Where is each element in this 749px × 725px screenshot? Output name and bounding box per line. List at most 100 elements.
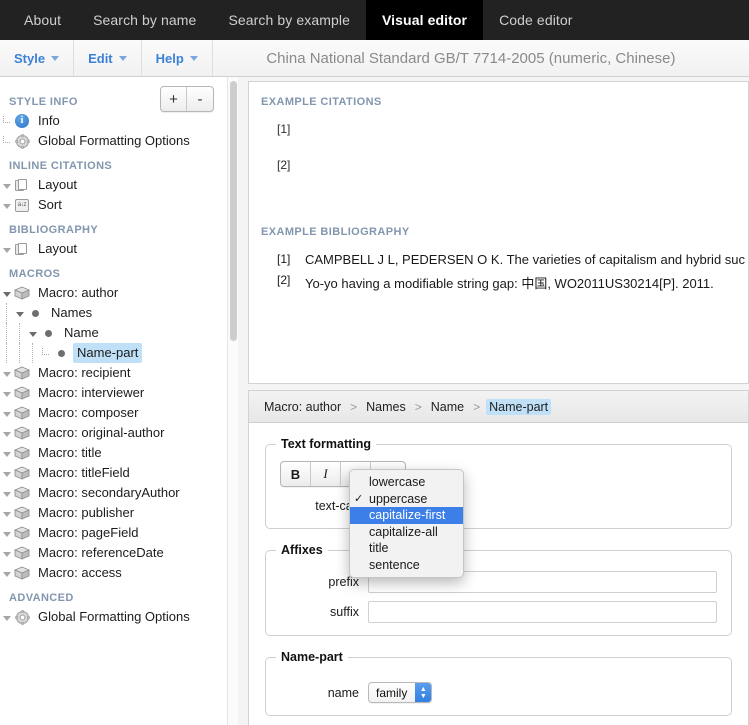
breadcrumb-item[interactable]: Name [428, 399, 467, 415]
dropdown-option-capitalize-all[interactable]: capitalize-all [350, 524, 463, 541]
sidebar-scrollbar[interactable] [227, 77, 238, 725]
chevron-down-icon [118, 55, 127, 61]
tree-item-name-part[interactable]: Name-part [0, 343, 238, 363]
tree-item-label: Global Formatting Options [38, 609, 190, 624]
tree-item-macro-pagefield[interactable]: Macro: pageField [0, 523, 238, 543]
tree-twisty-leaf-icon[interactable] [0, 138, 13, 145]
italic-button[interactable]: I [311, 462, 341, 486]
tree-item-global-formatting-options[interactable]: Global Formatting Options [0, 607, 238, 627]
tree-item-macro-interviewer[interactable]: Macro: interviewer [0, 383, 238, 403]
tree-item-macro-titlefield[interactable]: Macro: titleField [0, 463, 238, 483]
bibliography-entry: [2] Yo-yo having a modifiable string gap:… [261, 273, 748, 292]
tree-guide [13, 323, 26, 343]
tree-item-macro-title[interactable]: Macro: title [0, 443, 238, 463]
macro-box-icon [13, 485, 31, 501]
tree-twisty-closed-icon[interactable] [0, 411, 13, 416]
nav-tab-visual-editor[interactable]: Visual editor [366, 0, 484, 40]
tree-twisty-open-icon[interactable] [13, 311, 26, 316]
dropdown-option-sentence[interactable]: sentence [350, 557, 463, 574]
tree-twisty-closed-icon[interactable] [0, 551, 13, 556]
tree-twisty-closed-icon[interactable] [0, 531, 13, 536]
tree-item-layout[interactable]: Layout [0, 239, 238, 259]
tree-item-layout[interactable]: Layout [0, 175, 238, 195]
prefix-row: prefix [276, 571, 721, 593]
text-case-dropdown-menu[interactable]: lowercase ✓ uppercase capitalize-first capit… [349, 469, 464, 578]
tree-item-macro-original-author[interactable]: Macro: original-author [0, 423, 238, 443]
tree-guide [0, 303, 13, 323]
check-icon: ✓ [354, 493, 364, 506]
example-citation: [1] [277, 122, 291, 136]
dropdown-option-lowercase[interactable]: lowercase [350, 474, 463, 491]
tree-twisty-closed-icon[interactable] [0, 451, 13, 456]
dropdown-option-capitalize-first[interactable]: capitalize-first [350, 507, 463, 524]
tree-group-label-bibliography: BIBLIOGRAPHY [9, 224, 99, 236]
tree-twisty-closed-icon[interactable] [0, 371, 13, 376]
nav-tab-search-by-example[interactable]: Search by example [212, 0, 366, 40]
tree-item-macro-access[interactable]: Macro: access [0, 563, 238, 583]
tree-twisty-closed-icon[interactable] [0, 511, 13, 516]
tree-twisty-closed-icon[interactable] [0, 203, 13, 208]
tree-twisty-closed-icon[interactable] [0, 183, 13, 188]
tree-item-label: Macro: secondaryAuthor [38, 485, 180, 500]
tree-item-macro-composer[interactable]: Macro: composer [0, 403, 238, 423]
tree-twisty-closed-icon[interactable] [0, 615, 13, 620]
tree-group-label-advanced: ADVANCED [9, 592, 74, 604]
example-bibliography-list: [1] CAMPBELL J L, PEDERSEN O K. The varie… [261, 252, 748, 292]
dropdown-option-title[interactable]: title [350, 540, 463, 557]
macro-box-icon [13, 465, 31, 481]
bibliography-number: [1] [277, 252, 291, 266]
tree-item-info[interactable]: i Info [0, 111, 238, 131]
tree-twisty-open-icon[interactable] [26, 331, 39, 336]
menu-label: Help [155, 50, 184, 66]
tree-twisty-closed-icon[interactable] [0, 471, 13, 476]
tree-twisty-closed-icon[interactable] [0, 491, 13, 496]
affixes-group: Affixes prefix suffix [265, 543, 732, 636]
menu-edit[interactable]: Edit [74, 40, 142, 76]
menu-help[interactable]: Help [142, 40, 213, 76]
pages-icon [13, 177, 31, 193]
tree-item-sort[interactable]: a↓z Sort [0, 195, 238, 215]
tree-item-macro-referencedate[interactable]: Macro: referenceDate [0, 543, 238, 563]
breadcrumb-separator: > [350, 399, 358, 414]
node-editor-panel: Macro: author > Names > Name > Name-part Text … [248, 390, 749, 725]
bibliography-number: [2] [277, 273, 291, 287]
tree-twisty-closed-icon[interactable] [0, 247, 13, 252]
tree-item-macro-recipient[interactable]: Macro: recipient [0, 363, 238, 383]
tree-twisty-leaf-icon[interactable] [0, 118, 13, 125]
breadcrumb-item[interactable]: Name-part [486, 398, 552, 415]
bold-button[interactable]: B [281, 462, 311, 486]
tree-item-global-formatting-options[interactable]: Global Formatting Options [0, 131, 238, 151]
macro-box-icon [13, 285, 31, 301]
tree-guide [0, 323, 13, 343]
breadcrumb-item[interactable]: Names [363, 399, 409, 415]
dropdown-option-label: sentence [369, 557, 420, 572]
sidebar-scrollbar-thumb[interactable] [230, 81, 237, 341]
dropdown-option-uppercase[interactable]: ✓ uppercase [350, 491, 463, 508]
tree-twisty-open-icon[interactable] [0, 291, 13, 296]
tree-item-macro-author[interactable]: Macro: author [0, 283, 238, 303]
text-case-row: text-cas ▲▼ [276, 495, 721, 516]
tree-item-macro-secondaryauthor[interactable]: Macro: secondaryAuthor [0, 483, 238, 503]
breadcrumb-item[interactable]: Macro: author [261, 399, 344, 415]
style-tree: STYLE INFO i Info Global Formatting Options… [0, 87, 238, 627]
nav-tab-code-editor[interactable]: Code editor [483, 0, 588, 40]
tree-item-macro-publisher[interactable]: Macro: publisher [0, 503, 238, 523]
name-part-select[interactable]: family ▲ ▼ [368, 682, 433, 703]
tree-item-names[interactable]: Names [0, 303, 238, 323]
preview-spacer [261, 194, 748, 226]
tree-twisty-closed-icon[interactable] [0, 391, 13, 396]
tree-twisty-closed-icon[interactable] [0, 431, 13, 436]
nav-tab-about[interactable]: About [8, 0, 77, 40]
tree-guide [26, 343, 39, 363]
tree-item-name[interactable]: Name [0, 323, 238, 343]
tree-twisty-leaf-icon[interactable] [39, 350, 52, 357]
collapse-all-button[interactable]: - [187, 87, 213, 111]
macro-box-icon [13, 365, 31, 381]
tree-twisty-closed-icon[interactable] [0, 571, 13, 576]
tree-item-label: Macro: referenceDate [38, 545, 164, 560]
menu-style[interactable]: Style [0, 40, 75, 76]
suffix-input[interactable] [368, 601, 717, 623]
expand-all-button[interactable]: + [161, 87, 187, 111]
nav-tab-search-by-name[interactable]: Search by name [77, 0, 212, 40]
dropdown-option-label: lowercase [369, 475, 426, 490]
